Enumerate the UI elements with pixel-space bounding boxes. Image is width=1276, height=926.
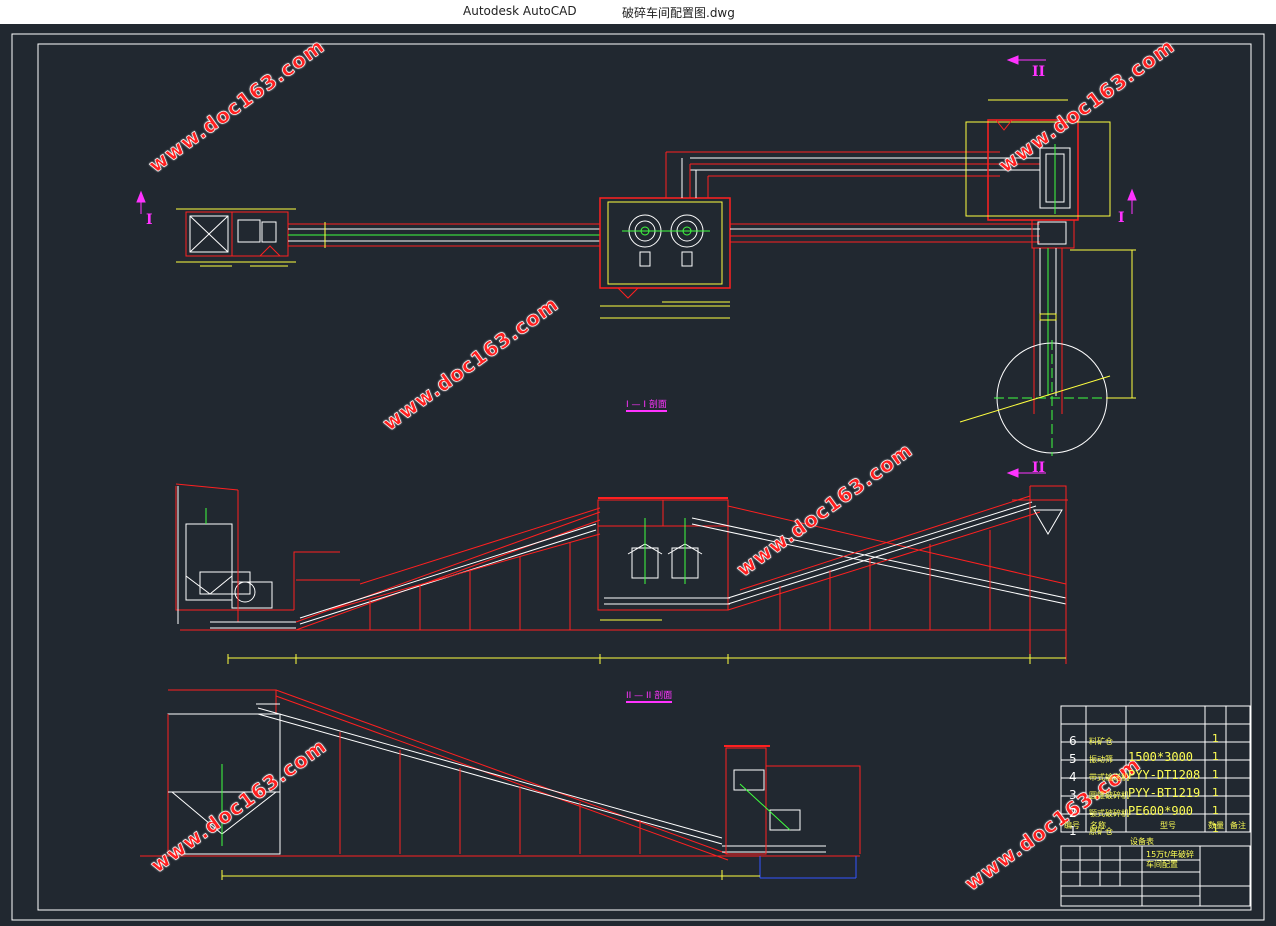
bom-row-name: 带式输送机 (1089, 773, 1129, 782)
bom-row-name: 振动筛 (1089, 755, 1113, 764)
bom-row-no: 6 (1069, 734, 1077, 748)
bom-row-spec: 1500*3000 (1128, 750, 1194, 764)
app-name: Autodesk AutoCAD (463, 4, 577, 18)
bom-footer-title: 设备表 (1130, 837, 1154, 846)
section-mark-top: II (1032, 64, 1046, 80)
file-name: 破碎车间配置图.dwg (622, 6, 735, 20)
section-2-title: II — II 剖面 (626, 688, 673, 703)
bom-header-qty: 数量 (1208, 821, 1224, 830)
bom-header-no: 编号 (1064, 821, 1080, 830)
bom-row-no: 2 (1069, 806, 1077, 820)
bom-row-spec: PYY-DT1208 (1128, 768, 1201, 782)
section-mark-right: I (1118, 210, 1125, 226)
bom-row-name: 料矿仓 (1089, 737, 1113, 746)
bom-row-no: 4 (1069, 770, 1077, 784)
bom-header-spec: 型号 (1160, 821, 1176, 830)
drawing-canvas[interactable]: www.doc163.com www.doc163.com www.doc163… (0, 24, 1276, 926)
bom-row-name: 圆锥破碎机 (1089, 791, 1129, 800)
section-mark-left: I (146, 212, 153, 228)
bom-row-name: 颚式破碎机 (1089, 809, 1129, 818)
bom-header-name: 名称 (1090, 821, 1106, 830)
section-1-view (175, 483, 1068, 664)
bom-row-no: 5 (1069, 752, 1077, 766)
bom-row-no: 3 (1069, 788, 1077, 802)
section-mark-mid: II (1032, 460, 1046, 476)
bom-row-spec: PYY-BT1219 (1128, 786, 1201, 800)
bom-row-qty: 1 (1212, 732, 1219, 745)
title-block-name: 15万t/年破碎车间配置 (1146, 850, 1195, 869)
section-1-title: I — I 剖面 (626, 397, 667, 412)
bom-row-qty: 1 (1212, 750, 1219, 763)
bom-row-qty: 1 (1212, 804, 1219, 817)
title-bar: Autodesk AutoCAD 破碎车间配置图.dwg (0, 0, 1276, 25)
bom-header-note: 备注 (1230, 821, 1246, 830)
bom-row-qty: 1 (1212, 768, 1219, 781)
bom-row-spec: PE600*900 (1128, 804, 1194, 818)
bom-row-qty: 1 (1212, 786, 1219, 799)
